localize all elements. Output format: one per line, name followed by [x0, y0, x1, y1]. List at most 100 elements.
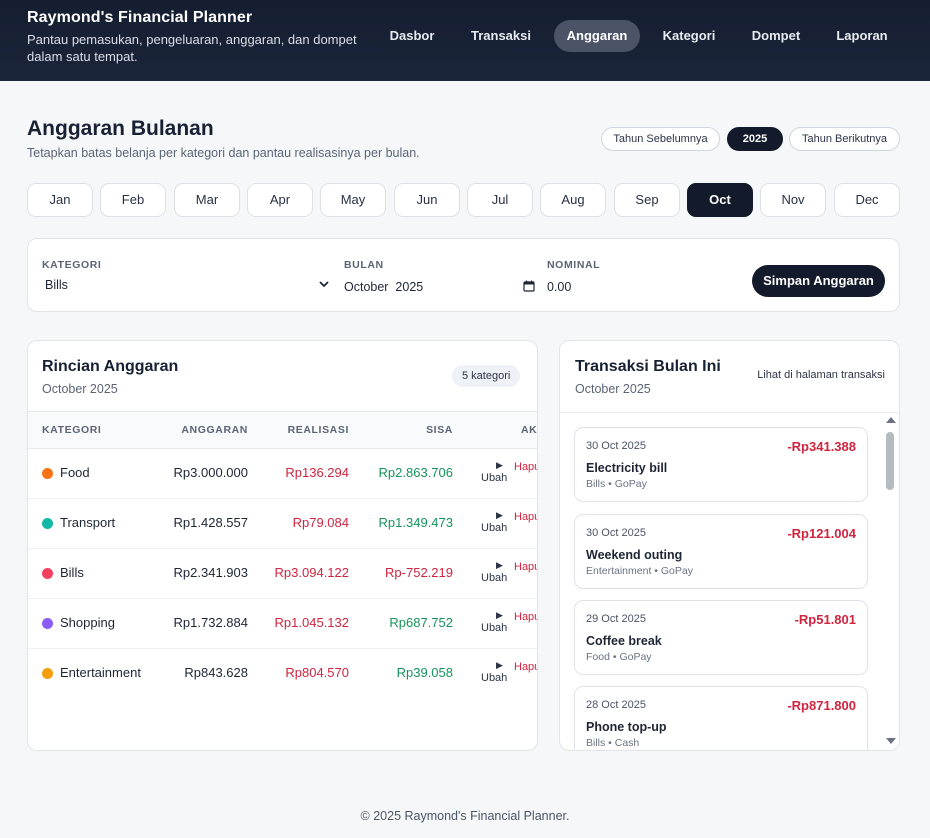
budget-breakdown-card: Rincian Anggaran October 2025 5 kategori… — [27, 340, 538, 751]
row-category: Shopping — [60, 615, 115, 630]
delete-button[interactable]: Hapus — [514, 511, 537, 523]
month-tab-may[interactable]: May — [320, 183, 386, 217]
budget-form-card: KATEGORI Bills BULAN October 2025 NOMINA… — [27, 238, 900, 312]
row-category: Transport — [60, 515, 116, 530]
col-actual: REALISASI — [287, 424, 349, 436]
row-budget: Rp3.000.000 — [173, 465, 248, 480]
amount-input[interactable]: 0.00 — [547, 280, 571, 294]
amount-field-label: NOMINAL — [547, 259, 601, 271]
table-row: Food Rp3.000.000 Rp136.294 Rp2.863.706 ▶… — [28, 449, 537, 499]
col-category: KATEGORI — [42, 424, 102, 436]
nav-dompet[interactable]: Dompet — [740, 20, 812, 52]
next-year-button[interactable]: Tahun Berikutnya — [789, 127, 900, 151]
row-budget: Rp1.732.884 — [173, 615, 248, 630]
category-select[interactable]: Bills — [45, 278, 331, 292]
table-row: Entertainment Rp843.628 Rp804.570 Rp39.0… — [28, 649, 537, 699]
tx-meta: Food • GoPay — [586, 651, 652, 663]
tx-title: Electricity bill — [586, 461, 668, 475]
delete-button[interactable]: Hapus — [514, 661, 537, 673]
budget-card-period: October 2025 — [42, 382, 118, 396]
edit-label: Ubah — [481, 522, 508, 534]
month-transactions-card: Transaksi Bulan Ini October 2025 Lihat d… — [559, 340, 900, 751]
transaction-item[interactable]: 30 Oct 2025 -Rp121.004 Weekend outing En… — [574, 514, 868, 589]
row-budget: Rp2.341.903 — [173, 565, 248, 580]
footer: © 2025 Raymond's Financial Planner. — [360, 809, 570, 823]
chevron-down-icon[interactable] — [318, 279, 330, 289]
row-budget: Rp843.628 — [184, 665, 248, 680]
row-remaining: Rp-752.219 — [385, 565, 453, 580]
budget-table-header: KATEGORI ANGGARAN REALISASI SISA AKSI — [28, 411, 537, 449]
view-transactions-link[interactable]: Lihat di halaman transaksi — [757, 369, 885, 381]
category-field-label: KATEGORI — [42, 259, 102, 271]
nav-dasbor[interactable]: Dasbor — [377, 20, 447, 52]
transaction-item[interactable]: 30 Oct 2025 -Rp341.388 Electricity bill … — [574, 427, 868, 502]
row-actual: Rp3.094.122 — [274, 565, 349, 580]
edit-button[interactable]: ▶ Ubah — [481, 459, 507, 485]
row-actual: Rp804.570 — [285, 665, 349, 680]
tx-meta: Entertainment • GoPay — [586, 565, 693, 577]
delete-button[interactable]: Hapus — [514, 611, 537, 623]
row-actual: Rp1.045.132 — [274, 615, 349, 630]
table-row: Bills Rp2.341.903 Rp3.094.122 Rp-752.219… — [28, 549, 537, 599]
tx-amount: -Rp51.801 — [794, 612, 856, 627]
row-category: Bills — [60, 565, 84, 580]
category-color-dot — [42, 668, 53, 679]
row-actual: Rp136.294 — [285, 465, 349, 480]
tx-meta: Bills • GoPay — [586, 478, 647, 490]
top-navbar: Raymond's Financial Planner Pantau pemas… — [0, 0, 930, 81]
month-tab-dec[interactable]: Dec — [834, 183, 900, 217]
tx-date: 30 Oct 2025 — [586, 440, 646, 452]
delete-button[interactable]: Hapus — [514, 561, 537, 573]
month-tab-jan[interactable]: Jan — [27, 183, 93, 217]
page-subtitle: Tetapkan batas belanja per kategori dan … — [27, 146, 420, 160]
category-color-dot — [42, 518, 53, 529]
month-tab-feb[interactable]: Feb — [100, 183, 166, 217]
tx-date: 28 Oct 2025 — [586, 699, 646, 711]
current-year-badge[interactable]: 2025 — [727, 127, 783, 151]
month-tab-jun[interactable]: Jun — [394, 183, 460, 217]
play-icon: ▶ — [496, 510, 503, 520]
scrollbar-thumb[interactable] — [886, 432, 894, 490]
edit-button[interactable]: ▶ Ubah — [481, 509, 507, 535]
month-input[interactable]: October 2025 — [344, 280, 423, 294]
edit-label: Ubah — [481, 622, 508, 634]
scroll-down-icon[interactable] — [885, 737, 897, 746]
transaction-item[interactable]: 29 Oct 2025 -Rp51.801 Coffee break Food … — [574, 600, 868, 675]
month-tab-apr[interactable]: Apr — [247, 183, 313, 217]
row-remaining: Rp1.349.473 — [378, 515, 453, 530]
edit-label: Ubah — [481, 572, 508, 584]
nav-laporan[interactable]: Laporan — [825, 20, 899, 52]
transaction-item[interactable]: 28 Oct 2025 -Rp871.800 Phone top-up Bill… — [574, 686, 868, 750]
row-remaining: Rp39.058 — [396, 665, 453, 680]
play-icon: ▶ — [496, 560, 503, 570]
calendar-icon[interactable] — [523, 280, 535, 292]
row-budget: Rp1.428.557 — [173, 515, 248, 530]
col-remaining: SISA — [426, 424, 453, 436]
month-tab-nov[interactable]: Nov — [760, 183, 826, 217]
col-budget: ANGGARAN — [181, 424, 248, 436]
prev-year-button[interactable]: Tahun Sebelumnya — [601, 127, 720, 151]
edit-button[interactable]: ▶ Ubah — [481, 659, 507, 685]
edit-label: Ubah — [481, 672, 508, 684]
tx-title: Coffee break — [586, 634, 662, 648]
play-icon: ▶ — [496, 660, 503, 670]
nav-kategori[interactable]: Kategori — [651, 20, 727, 52]
month-field-label: BULAN — [344, 259, 384, 271]
nav-transaksi[interactable]: Transaksi — [461, 20, 541, 52]
nav-anggaran[interactable]: Anggaran — [554, 20, 640, 52]
month-tab-mar[interactable]: Mar — [174, 183, 240, 217]
scroll-up-icon[interactable] — [885, 415, 897, 424]
transactions-card-title: Transaksi Bulan Ini — [575, 358, 721, 375]
month-tab-aug[interactable]: Aug — [540, 183, 606, 217]
month-tab-oct[interactable]: Oct — [687, 183, 753, 217]
month-tab-jul[interactable]: Jul — [467, 183, 533, 217]
budget-card-title: Rincian Anggaran — [42, 358, 179, 375]
month-tab-sep[interactable]: Sep — [614, 183, 680, 217]
save-budget-button[interactable]: Simpan Anggaran — [752, 265, 885, 297]
edit-button[interactable]: ▶ Ubah — [481, 609, 507, 635]
delete-button[interactable]: Hapus — [514, 461, 537, 473]
category-color-dot — [42, 468, 53, 479]
edit-button[interactable]: ▶ Ubah — [481, 559, 507, 585]
tx-date: 30 Oct 2025 — [586, 527, 646, 539]
row-actual: Rp79.084 — [292, 515, 349, 530]
